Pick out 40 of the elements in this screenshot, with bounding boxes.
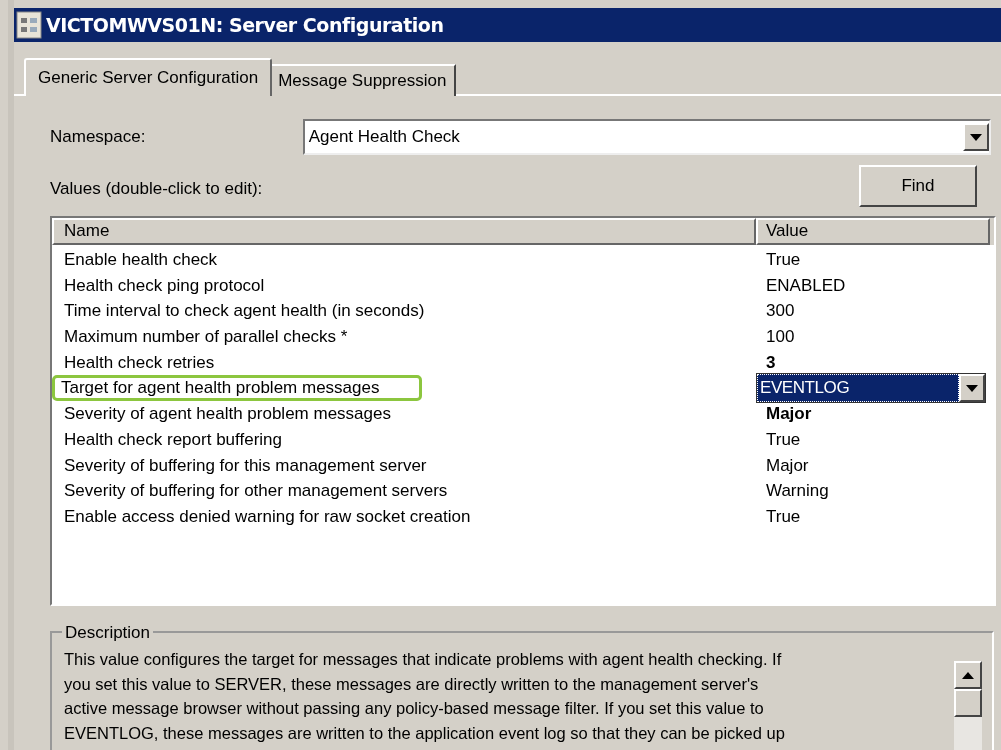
tab[interactable]: Generic Server Configuration bbox=[24, 58, 273, 96]
values-label: Values (double-click to edit): bbox=[50, 177, 263, 200]
setting-value: True bbox=[765, 428, 801, 451]
caret-icon bbox=[966, 384, 978, 392]
namespace-dropdown[interactable]: Agent Health Check bbox=[302, 119, 991, 155]
setting-value: 3 bbox=[765, 351, 776, 374]
description-text: active message browser without passing any policy-based message filter. If you set this value to bbox=[64, 698, 765, 719]
column-header[interactable]: Name bbox=[52, 218, 756, 245]
setting-name: Severity of buffering for this management server bbox=[63, 455, 427, 475]
column-header[interactable]: Value bbox=[756, 218, 990, 245]
scrollbar[interactable] bbox=[954, 661, 982, 750]
window-app-icon bbox=[16, 11, 42, 39]
value-dropdown[interactable]: EVENTLOG bbox=[756, 373, 986, 404]
description-text: you set this value to SERVER, these messages are directly written to the management server's bbox=[64, 673, 760, 695]
setting-name: Severity of agent health problem messages bbox=[63, 404, 391, 424]
namespace-label: Namespace: bbox=[50, 126, 147, 149]
tab[interactable]: Message Suppression bbox=[270, 64, 457, 96]
setting-name: Health check retries bbox=[63, 352, 215, 372]
setting-value: Major bbox=[765, 454, 809, 477]
setting-value: True bbox=[765, 505, 801, 528]
setting-name: Health check report buffering bbox=[63, 429, 282, 449]
setting-value: Warning bbox=[765, 480, 829, 503]
setting-name: Time interval to check agent health (in seconds) bbox=[63, 301, 425, 321]
description-text: This value configures the target for messages that indicate problems with agent health checking. If bbox=[64, 649, 783, 670]
window-title: VICTOMWVS01N: Server Configuration bbox=[46, 12, 444, 38]
find-button[interactable]: Find bbox=[859, 165, 977, 207]
caret-icon bbox=[970, 133, 982, 141]
setting-name: Enable access denied warning for raw socket creation bbox=[63, 506, 471, 526]
description-text: EVENTLOG, these messages are written to the application event log so that they can be picked up bbox=[64, 722, 786, 744]
setting-name: Severity of buffering for other management servers bbox=[63, 481, 448, 501]
setting-value: 100 bbox=[765, 326, 795, 349]
up-arrow-icon bbox=[962, 671, 974, 679]
setting-value: Major bbox=[765, 403, 812, 426]
setting-name: Health check ping protocol bbox=[63, 275, 265, 295]
setting-value: ENABLED bbox=[765, 274, 846, 297]
setting-name: Target for agent health problem messages bbox=[52, 375, 423, 402]
setting-name: Maximum number of parallel checks * bbox=[63, 327, 348, 347]
setting-value: True bbox=[765, 249, 801, 272]
setting-value: 300 bbox=[765, 300, 795, 323]
setting-name: Enable health check bbox=[63, 250, 218, 270]
